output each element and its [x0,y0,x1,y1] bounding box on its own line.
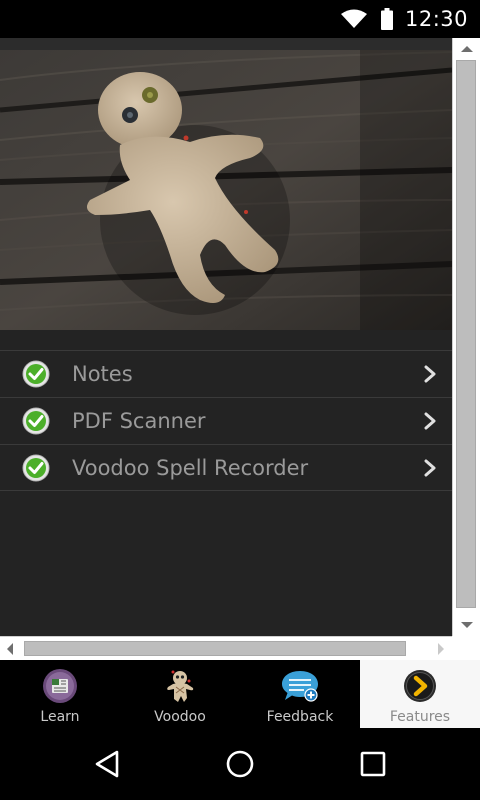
scroll-left-arrow-icon[interactable] [7,643,13,655]
voodoo-doll-icon [160,668,200,704]
green-check-icon [22,454,50,482]
chevron-right-icon [424,459,436,477]
bottom-tab-bar: Learn Voodoo Feedback Features [0,660,480,728]
vertical-scroll-thumb[interactable] [456,60,476,608]
tab-label: Learn [40,709,80,725]
back-button[interactable] [83,740,131,788]
menu-item-label: Notes [72,362,133,386]
tab-features[interactable]: Features [360,660,480,728]
chevron-right-icon [424,412,436,430]
status-bar: 12:30 [0,0,480,38]
menu-item-label: PDF Scanner [72,409,206,433]
horizontal-scroll-thumb[interactable] [24,641,406,656]
scroll-up-arrow-icon[interactable] [461,46,473,52]
status-time: 12:30 [404,7,468,31]
scroll-right-arrow-icon[interactable] [438,643,444,655]
home-button[interactable] [216,740,264,788]
battery-icon [380,8,393,30]
top-strip [0,38,452,50]
green-check-icon [22,360,50,388]
tab-label: Voodoo [154,709,206,725]
menu-item-label: Voodoo Spell Recorder [72,455,309,480]
menu-item-notes[interactable]: Notes [0,350,452,397]
app-screen: 12:30 Notes PDF Scanner Voodoo Spell Rec… [0,0,480,800]
content-viewport: Notes PDF Scanner Voodoo Spell Recorder [0,38,480,660]
features-menu: Notes PDF Scanner Voodoo Spell Recorder [0,350,452,491]
menu-item-voodoo-spell-recorder[interactable]: Voodoo Spell Recorder [0,444,452,491]
vertical-scrollbar[interactable] [452,38,480,636]
chevron-right-icon [424,365,436,383]
tab-label: Features [389,709,451,725]
hero-image [0,50,452,330]
tab-label: Feedback [266,709,334,725]
recents-icon [361,751,386,777]
scrollbar-corner [452,636,480,660]
navigation-bar [0,728,480,800]
home-icon [226,750,254,778]
voodoo-doll-photo [0,50,452,330]
feedback-bubble-icon [280,668,320,704]
green-check-icon [22,407,50,435]
learn-book-icon [40,668,80,704]
scroll-down-arrow-icon[interactable] [461,622,473,628]
tab-learn[interactable]: Learn [0,660,120,728]
scroll-content: Notes PDF Scanner Voodoo Spell Recorder [0,38,452,636]
menu-item-pdf-scanner[interactable]: PDF Scanner [0,397,452,444]
tab-voodoo[interactable]: Voodoo [120,660,240,728]
horizontal-scrollbar[interactable] [0,636,452,660]
tab-feedback[interactable]: Feedback [240,660,360,728]
wifi-icon [340,9,367,28]
recents-button[interactable] [349,740,397,788]
back-icon [95,750,118,778]
features-arrow-icon [400,668,440,704]
